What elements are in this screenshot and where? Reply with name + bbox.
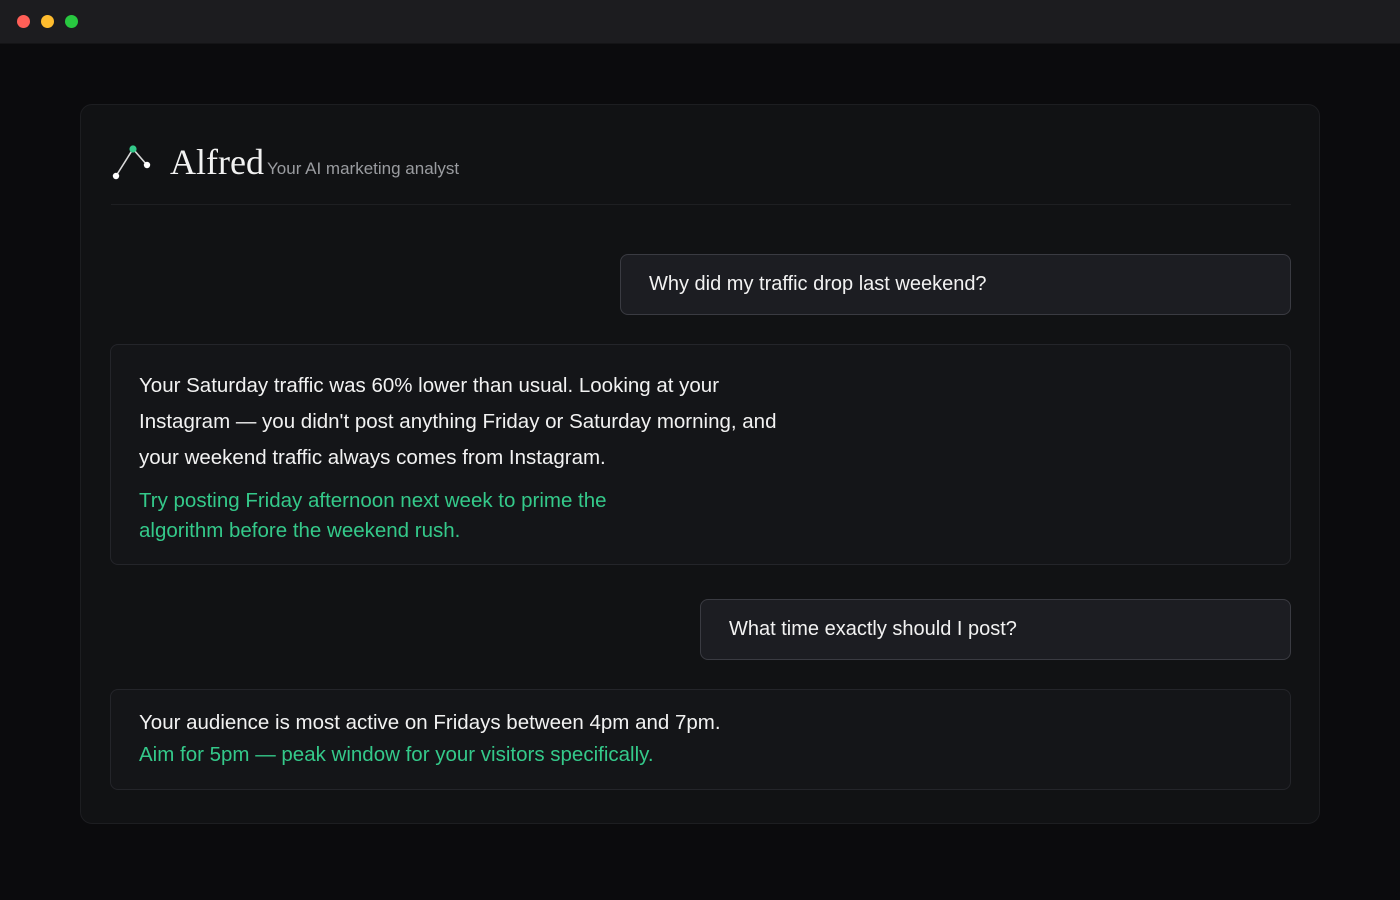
assistant-message-text: Your audience is most active on Fridays … [139,711,721,734]
window-titlebar [0,0,1400,44]
maximize-window-button[interactable] [65,15,78,28]
assistant-message: Your Saturday traffic was 60% lower than… [110,344,1291,565]
user-message-text: Why did my traffic drop last weekend? [649,273,987,295]
brand-tagline: Your AI marketing analyst [267,159,460,178]
assistant-message-text: Your Saturday traffic was 60% lower than… [139,374,777,469]
chat-header: Alfred Your AI marketing analyst [111,142,1291,205]
minimize-window-button[interactable] [41,15,54,28]
close-window-button[interactable] [17,15,30,28]
assistant-message: Your audience is most active on Fridays … [110,689,1291,790]
line-chart-icon [112,145,151,180]
brand-name: Alfred [170,142,264,182]
user-message: Why did my traffic drop last weekend? [620,254,1291,315]
user-message: What time exactly should I post? [700,599,1291,660]
assistant-recommendation: Aim for 5pm — peak window for your visit… [139,743,654,766]
user-message-text: What time exactly should I post? [729,618,1017,640]
chat-panel: Alfred Your AI marketing analyst Why did… [80,104,1320,824]
assistant-recommendation: Try posting Friday afternoon next week t… [139,489,607,542]
